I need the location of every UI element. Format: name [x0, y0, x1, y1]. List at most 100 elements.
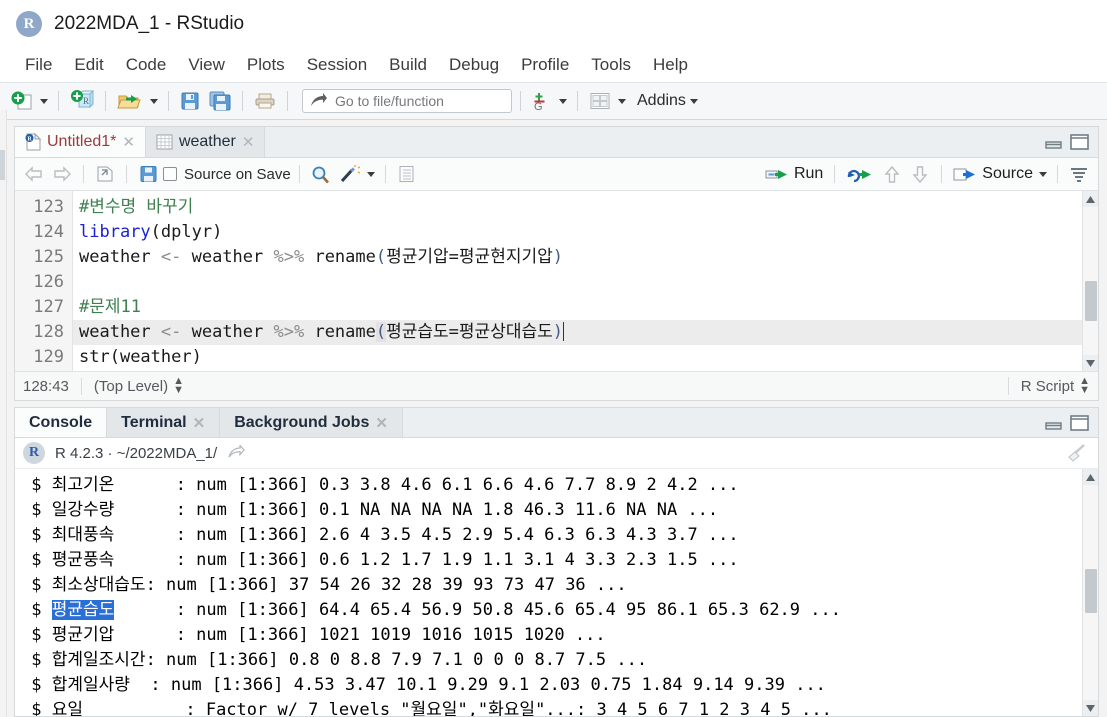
scroll-up-arrow-icon[interactable]: [1082, 469, 1098, 486]
console-output[interactable]: $ 최고기온 : num [1:366] 0.3 3.8 4.6 6.1 6.6…: [15, 469, 1082, 716]
previous-chunk-button[interactable]: [879, 160, 905, 188]
next-chunk-button[interactable]: [907, 160, 933, 188]
editor-scroll-thumb[interactable]: [1085, 281, 1097, 321]
code-token: (weather): [109, 347, 202, 367]
cursor-position: 128:43: [23, 377, 82, 395]
new-file-dropdown-caret[interactable]: [40, 98, 48, 104]
code-editor[interactable]: 123 124 125 126 127 128 129 #변수명 바꾸기 libr…: [15, 191, 1098, 371]
menu-code[interactable]: Code: [115, 53, 178, 77]
variable-name: 최고기온: [51, 475, 115, 496]
code-token: weather: [181, 322, 274, 342]
code-line[interactable]: weather <- weather %>% rename(평균기압=평균현지기…: [73, 245, 1082, 270]
print-button[interactable]: [251, 87, 279, 115]
toolbar-separator: [105, 91, 106, 111]
version-control-button[interactable]: G: [529, 87, 555, 115]
code-token: library: [79, 222, 151, 242]
tab-console[interactable]: Console: [15, 408, 108, 438]
close-icon[interactable]: ✕: [193, 414, 206, 432]
run-button[interactable]: Run: [762, 160, 826, 188]
code-line[interactable]: #문제11: [73, 295, 1082, 320]
console-scrollbar[interactable]: [1082, 469, 1098, 716]
console-body[interactable]: $ 최고기온 : num [1:366] 0.3 3.8 4.6 6.1 6.6…: [15, 469, 1098, 716]
source-on-save-checkbox[interactable]: [163, 167, 177, 181]
code-line[interactable]: library(dplyr): [73, 220, 1082, 245]
open-file-button[interactable]: [114, 87, 146, 115]
code-tools-button[interactable]: [336, 160, 364, 188]
re-run-button[interactable]: [843, 160, 877, 188]
toolbar-separator: [834, 165, 836, 183]
console-line: $ 합계일조시간: num [1:366] 0.8 0 8.8 7.9 7.1 …: [21, 648, 1082, 673]
code-line[interactable]: #변수명 바꾸기: [73, 195, 1082, 220]
scroll-up-arrow-icon[interactable]: [1082, 191, 1098, 207]
menu-plots[interactable]: Plots: [236, 53, 296, 77]
source-panel: R Untitled1* ✕ weather ✕ Source on Save …: [14, 126, 1099, 401]
source-button[interactable]: Source: [950, 160, 1036, 188]
close-icon[interactable]: ✕: [122, 133, 135, 151]
back-button[interactable]: [21, 160, 47, 188]
data-frame-icon: [156, 134, 173, 150]
console-version-path: R 4.2.3 · ~/2022MDA_1/: [55, 444, 218, 462]
menu-profile[interactable]: Profile: [510, 53, 580, 77]
addins-button[interactable]: Addins: [637, 92, 686, 110]
menu-build[interactable]: Build: [378, 53, 438, 77]
tab-background-jobs[interactable]: Background Jobs ✕: [220, 408, 403, 438]
tab-terminal[interactable]: Terminal ✕: [107, 408, 221, 438]
menu-session[interactable]: Session: [296, 53, 378, 77]
editor-toolbar: Source on Save Run Source: [15, 158, 1098, 191]
scroll-down-arrow-icon[interactable]: [1082, 700, 1098, 716]
code-line[interactable]: weather <- weather %>% rename(평균습도=평균상대습…: [73, 320, 1082, 345]
goto-file-function-box[interactable]: Go to file/function: [302, 89, 512, 113]
scope-selector[interactable]: (Top Level) ▲ ▼: [82, 376, 184, 396]
toolbar-separator: [168, 91, 169, 111]
find-replace-icon: [312, 166, 329, 183]
editor-scrollbar[interactable]: [1082, 191, 1098, 371]
console-line-prefix: $: [21, 675, 52, 696]
forward-button[interactable]: [49, 160, 75, 188]
show-in-new-window-button[interactable]: [92, 160, 118, 188]
new-file-button[interactable]: [8, 87, 36, 115]
new-project-button[interactable]: R: [67, 87, 97, 115]
workspace-panes-dropdown-caret[interactable]: [618, 98, 626, 104]
workspace-panes-button[interactable]: [586, 87, 614, 115]
maximize-panel-icon[interactable]: [1069, 414, 1090, 432]
goto-file-function-placeholder: Go to file/function: [335, 93, 444, 109]
minimize-panel-icon[interactable]: [1044, 134, 1063, 150]
show-in-new-window-icon[interactable]: [227, 445, 246, 461]
save-all-button[interactable]: [206, 87, 234, 115]
menu-debug[interactable]: Debug: [438, 53, 510, 77]
find-replace-button[interactable]: [308, 160, 334, 188]
compile-report-button[interactable]: [394, 160, 420, 188]
open-file-dropdown-caret[interactable]: [150, 98, 158, 104]
code-lines[interactable]: #변수명 바꾸기 library(dplyr) weather <- weather…: [73, 191, 1082, 371]
version-control-dropdown-caret[interactable]: [559, 98, 567, 104]
minimize-panel-icon[interactable]: [1044, 415, 1063, 431]
source-dropdown-caret[interactable]: [1039, 171, 1047, 177]
save-button[interactable]: [177, 87, 203, 115]
maximize-panel-icon[interactable]: [1069, 133, 1090, 151]
document-outline-button[interactable]: [1066, 160, 1092, 188]
clear-console-broom-icon[interactable]: [1064, 442, 1090, 464]
close-icon[interactable]: ✕: [375, 414, 388, 432]
console-scroll-thumb[interactable]: [1085, 569, 1097, 614]
scroll-down-arrow-icon[interactable]: [1082, 355, 1098, 371]
menu-help[interactable]: Help: [642, 53, 699, 77]
menu-edit[interactable]: Edit: [63, 53, 114, 77]
menu-file[interactable]: File: [14, 53, 63, 77]
file-type-selector[interactable]: R Script ▲ ▼: [1007, 376, 1090, 395]
save-button[interactable]: [135, 160, 161, 188]
addins-dropdown-caret[interactable]: [689, 98, 698, 104]
menu-tools[interactable]: Tools: [580, 53, 642, 77]
console-line: $ 평균습도 : num [1:366] 64.4 65.4 56.9 50.8…: [21, 598, 1082, 623]
menu-view[interactable]: View: [177, 53, 236, 77]
code-line[interactable]: [73, 270, 1082, 295]
goto-arrow-icon: [311, 93, 327, 106]
code-line[interactable]: str(weather): [73, 345, 1082, 370]
code-token: ): [552, 322, 564, 342]
menu-bar: File Edit Code View Plots Session Build …: [0, 48, 1107, 82]
variable-values: : num [1:366] 0.1 NA NA NA NA 1.8 46.3 1…: [175, 500, 719, 521]
toolbar-separator: [58, 91, 59, 111]
source-tab-weather[interactable]: weather ✕: [145, 127, 266, 157]
code-tools-dropdown-caret[interactable]: [366, 171, 375, 177]
source-tab-untitled1[interactable]: R Untitled1* ✕: [15, 127, 146, 157]
close-icon[interactable]: ✕: [242, 133, 255, 151]
